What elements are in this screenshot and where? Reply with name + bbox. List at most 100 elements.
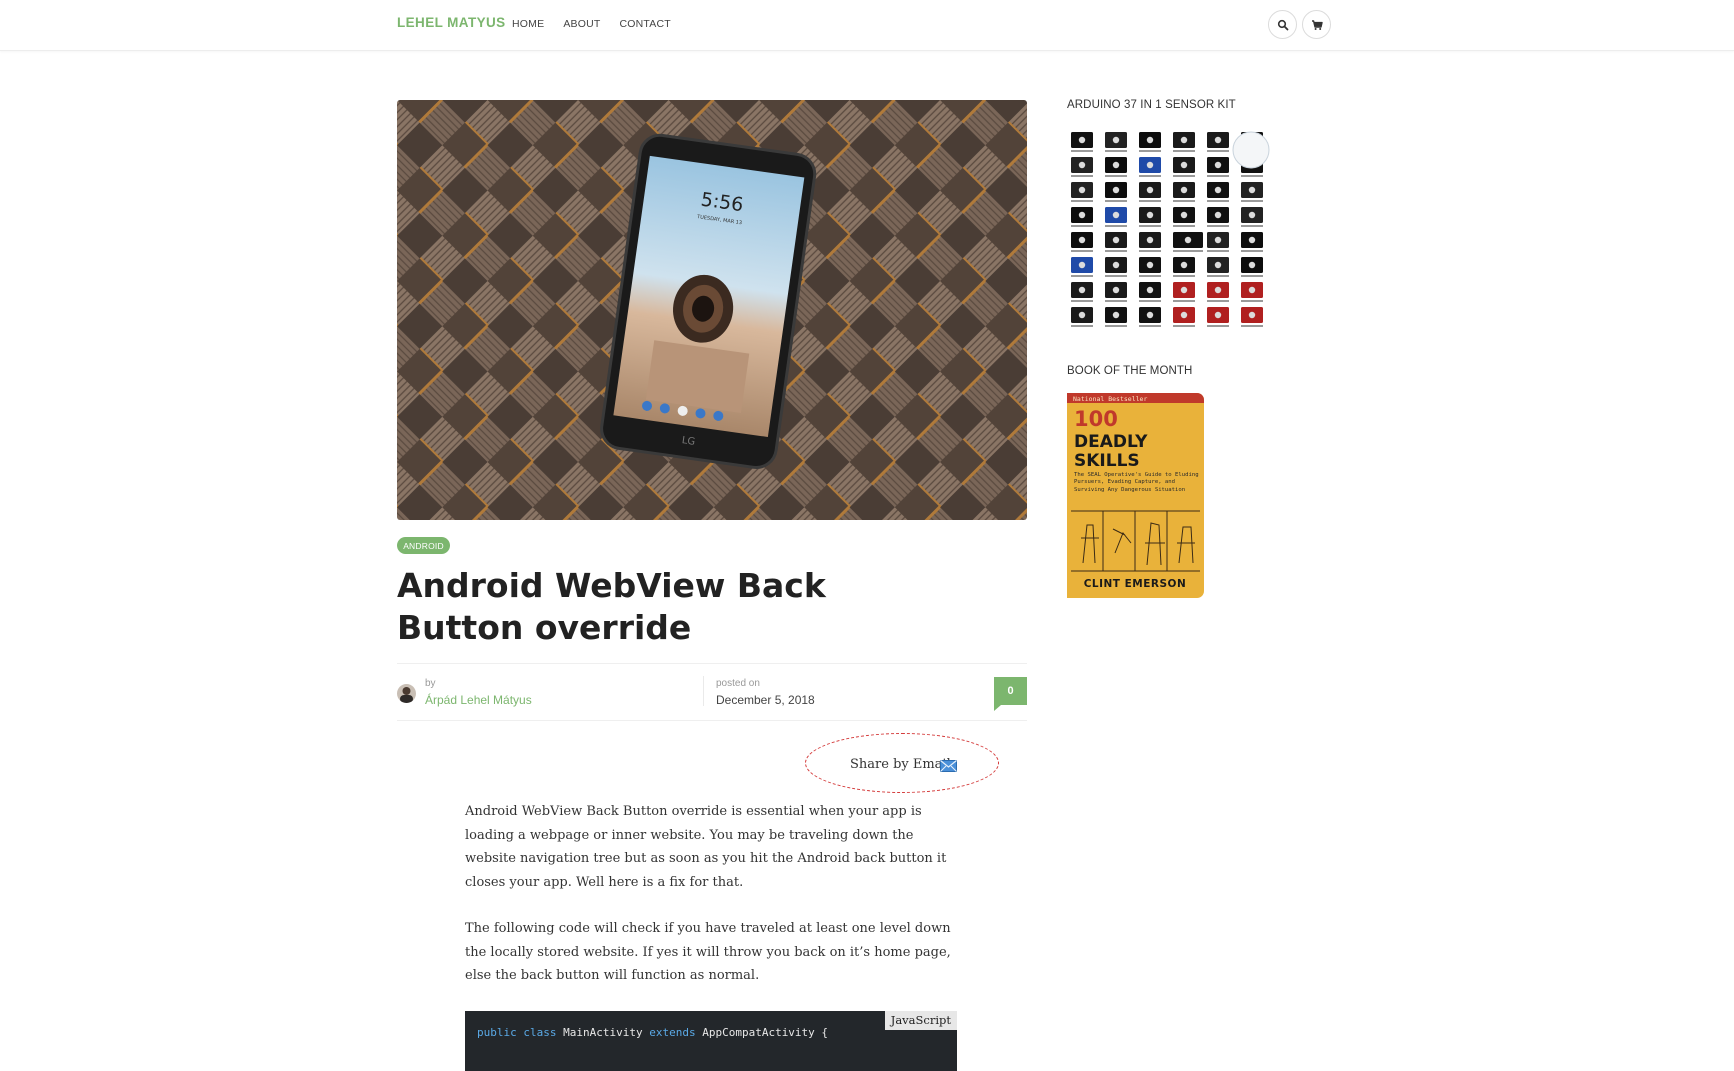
envelope-icon[interactable] xyxy=(940,760,957,772)
main-nav: HOME ABOUT CONTACT xyxy=(512,18,671,30)
book-author: CLINT EMERSON xyxy=(1084,578,1187,590)
sensor-module-caption xyxy=(1105,150,1127,152)
sensor-module-caption xyxy=(1071,325,1093,327)
code-language-label: JavaScript xyxy=(884,1011,957,1030)
code-line-1: public class MainActivity extends AppCom… xyxy=(477,1026,828,1039)
sensor-module-caption xyxy=(1241,175,1263,177)
book-cover-image[interactable]: National Bestseller 100 DEADLY SKILLS Th… xyxy=(1067,393,1204,598)
code-keyword-public: public xyxy=(477,1026,517,1039)
sensor-module-caption xyxy=(1071,225,1093,227)
sensor-module-caption xyxy=(1207,250,1229,252)
sensor-module-caption xyxy=(1173,200,1195,202)
sensor-component-dot xyxy=(1146,311,1154,319)
sensor-module-caption xyxy=(1105,225,1127,227)
sensor-module-caption xyxy=(1241,300,1263,302)
nav-home[interactable]: HOME xyxy=(512,18,544,30)
sensor-module-caption xyxy=(1105,250,1127,252)
sensor-component-dot xyxy=(1078,211,1086,219)
code-keyword-extends: extends xyxy=(649,1026,696,1039)
book-title-number: 100 xyxy=(1074,407,1118,431)
sensor-module-caption xyxy=(1207,300,1229,302)
nav-about[interactable]: ABOUT xyxy=(563,18,600,30)
sensor-module-caption xyxy=(1173,250,1203,252)
sensor-module-caption xyxy=(1173,175,1195,177)
sensor-component-dot xyxy=(1146,186,1154,194)
sensor-component-dot xyxy=(1184,236,1192,244)
sensor-module-caption xyxy=(1105,200,1127,202)
sensor-component-dot xyxy=(1078,311,1086,319)
sensor-module-caption xyxy=(1071,200,1093,202)
category-tag[interactable]: ANDROID xyxy=(397,537,450,554)
sensor-module-caption xyxy=(1139,225,1161,227)
sensor-module-caption xyxy=(1173,325,1195,327)
sensor-component-dot xyxy=(1248,211,1256,219)
sensor-component-dot xyxy=(1214,286,1222,294)
code-block: JavaScript public class MainActivity ext… xyxy=(465,1011,957,1071)
code-class-name: MainActivity xyxy=(563,1026,643,1039)
sensor-module-caption xyxy=(1241,250,1263,252)
author-link[interactable]: Árpád Lehel Mátyus xyxy=(425,693,532,707)
sensor-module-caption xyxy=(1071,300,1093,302)
search-icon xyxy=(1277,19,1288,30)
sensor-component-dot xyxy=(1078,261,1086,269)
sensor-module-caption xyxy=(1241,200,1263,202)
sensor-component-dot xyxy=(1146,261,1154,269)
site-logo[interactable]: LEHEL MATYUS xyxy=(397,15,506,30)
comment-count-badge[interactable]: 0 xyxy=(994,677,1027,711)
sensor-module-caption xyxy=(1105,325,1127,327)
sensor-component-dot xyxy=(1248,286,1256,294)
sensor-component-dot xyxy=(1078,186,1086,194)
sensor-module-caption xyxy=(1207,150,1229,152)
sensor-component-dot xyxy=(1180,136,1188,144)
sensor-component-dot xyxy=(1214,311,1222,319)
sensor-component-dot xyxy=(1146,236,1154,244)
sensor-module-caption xyxy=(1105,300,1127,302)
sensor-module-caption xyxy=(1139,300,1161,302)
sensor-module-caption xyxy=(1173,150,1195,152)
sensor-component-dot xyxy=(1112,236,1120,244)
by-label: by xyxy=(425,678,436,689)
sensor-component-dot xyxy=(1078,161,1086,169)
meta-divider-bottom xyxy=(397,720,1027,721)
code-keyword-class: class xyxy=(523,1026,557,1039)
share-by-email-link[interactable]: Share by Email xyxy=(850,757,951,772)
sensor-component-dot xyxy=(1180,186,1188,194)
sensor-module-caption xyxy=(1139,150,1161,152)
sensor-component-dot xyxy=(1112,261,1120,269)
sensor-module-caption xyxy=(1139,175,1161,177)
sensor-component-dot xyxy=(1146,286,1154,294)
sensor-module-caption xyxy=(1207,325,1229,327)
phone-brand-logo: LG xyxy=(681,435,696,448)
book-subtitle: The SEAL Operative's Guide to Eluding Pu… xyxy=(1074,472,1199,493)
sidebar-widget-title-book: BOOK OF THE MONTH xyxy=(1067,365,1193,377)
sensor-component-dot xyxy=(1112,311,1120,319)
sensor-module-caption xyxy=(1207,200,1229,202)
search-button[interactable] xyxy=(1268,10,1297,39)
sensor-module-caption xyxy=(1241,325,1263,327)
sensor-component-dot xyxy=(1214,186,1222,194)
sensor-component-dot xyxy=(1248,311,1256,319)
sensor-module-caption xyxy=(1241,275,1263,277)
book-banner-text: National Bestseller xyxy=(1073,395,1147,403)
sensor-component-dot xyxy=(1214,136,1222,144)
sensor-component-dot xyxy=(1146,136,1154,144)
sidebar-widget-title-sensor-kit: ARDUINO 37 IN 1 SENSOR KIT xyxy=(1067,99,1236,111)
sensor-component-dot xyxy=(1112,161,1120,169)
sensor-module-caption xyxy=(1071,175,1093,177)
author-avatar xyxy=(397,684,416,703)
sensor-module-caption xyxy=(1071,275,1093,277)
nav-contact[interactable]: CONTACT xyxy=(619,18,670,30)
cart-button[interactable] xyxy=(1302,10,1331,39)
sensor-module-caption xyxy=(1139,325,1161,327)
sensor-module-caption xyxy=(1207,175,1229,177)
post-title: Android WebView Back Button override xyxy=(397,566,826,647)
sensor-kit-image[interactable] xyxy=(1067,130,1272,335)
meta-divider-top xyxy=(397,663,1027,664)
sensor-component-dot xyxy=(1214,261,1222,269)
sensor-module-caption xyxy=(1207,275,1229,277)
sensor-module-caption xyxy=(1139,200,1161,202)
sensor-component-dot xyxy=(1112,136,1120,144)
post-paragraph-2: The following code will check if you hav… xyxy=(465,921,951,984)
sensor-module-caption xyxy=(1241,225,1263,227)
sensor-component-dot xyxy=(1078,286,1086,294)
